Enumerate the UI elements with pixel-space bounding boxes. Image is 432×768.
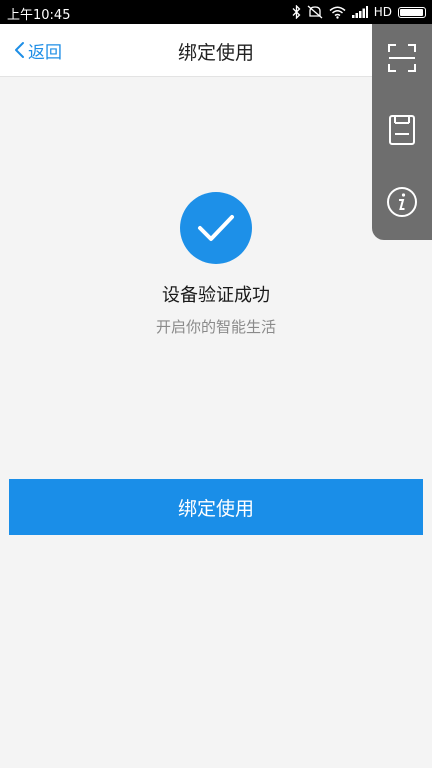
save-icon (388, 114, 416, 150)
battery-icon (398, 6, 426, 18)
status-time: 上午10:45 (7, 8, 71, 23)
save-button[interactable] (372, 102, 432, 162)
status-icons: HD (292, 3, 426, 21)
floating-toolbar (372, 24, 432, 240)
info-icon (386, 186, 418, 222)
navigation-bar: 返回 绑定使用 (0, 24, 432, 77)
page-title: 绑定使用 (177, 42, 254, 64)
status-bar: 上午10:45 HD (0, 0, 432, 24)
success-subtitle: 开启你的智能生活 (155, 318, 276, 336)
bind-use-button[interactable]: 绑定使用 (9, 479, 423, 535)
scan-icon (387, 43, 417, 77)
success-check-icon (180, 192, 252, 264)
signal-icon (351, 6, 368, 18)
bluetooth-icon (292, 5, 301, 19)
mute-icon (307, 5, 323, 19)
network-type-label: HD (373, 5, 392, 19)
info-button[interactable] (372, 174, 432, 234)
battery-fill (400, 8, 423, 16)
scan-button[interactable] (372, 30, 432, 90)
wifi-icon (329, 6, 346, 19)
success-title: 设备验证成功 (162, 285, 270, 306)
